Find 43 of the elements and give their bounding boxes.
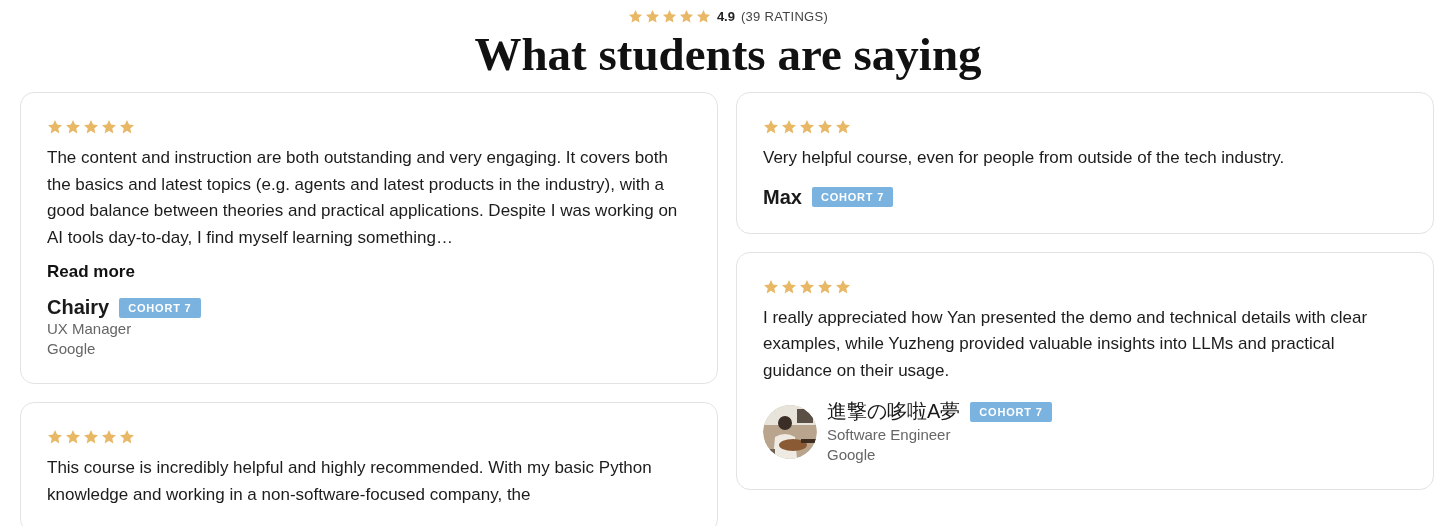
star-icon [644,9,660,24]
star-icon [119,119,135,135]
reviewer-role: UX Manager [47,319,133,339]
star-icon [817,278,833,295]
star-icon [101,119,117,135]
ratings-count: (39 RATINGS) [740,9,829,24]
reviewer-company: Google [827,445,877,465]
reviewer-name: Chairy [47,296,110,319]
star-icon [65,429,81,445]
star-icon [781,119,797,135]
star-icon [83,119,99,135]
star-icon [695,9,711,24]
read-more-link[interactable]: Read more [47,262,135,282]
star-icon [47,119,63,135]
star-icon [799,278,815,295]
review-text: Very helpful course, even for people from outside of the tech industry. [763,147,1286,169]
reviewer-role: Software Engineer [827,425,952,445]
star-icon [678,9,694,24]
star-icon [101,429,117,445]
star-icon [835,278,851,295]
cohort-tag: COHORT 7 [119,297,201,318]
star-icon [47,429,63,445]
page-title: What students are saying [474,27,982,82]
star-icon [65,119,81,135]
reviewer-company: Google [47,339,97,359]
review-text: This course is incredibly helpful and highly recommended. With my basic Python knowledge and working in a non-software-focused company, the [47,457,653,506]
star-icon [83,429,99,445]
star-icon [119,429,135,445]
cohort-tag: COHORT 7 [811,187,894,207]
reviewer-name: 進撃の哆啦A夢 [827,399,961,424]
reviewer-name: Max [763,185,802,209]
cohort-tag: COHORT 7 [970,401,1052,422]
star-icon [763,119,779,135]
star-icon [781,278,797,295]
star-icon [763,278,779,295]
star-icon [817,119,833,135]
review-text: I really appreciated how Yan presented the demo and technical details with clear examples, while Yuzheng provided valuable insights into LLMs and practical guidance on their usage. [763,306,1369,382]
rating-score: 4.9 [716,9,735,24]
star-icon [799,119,815,135]
star-icon [835,119,851,135]
review-text: The content and instruction are both outstanding and very engaging. It covers both the basics and latest topics (e.g. agents and latest products in the industry), with a good balance between theories and practical applications. Despite I was working on AI tools day-to-day, I find myself learning something… [47,147,679,249]
star-icon [661,9,677,24]
star-icon [627,9,643,24]
